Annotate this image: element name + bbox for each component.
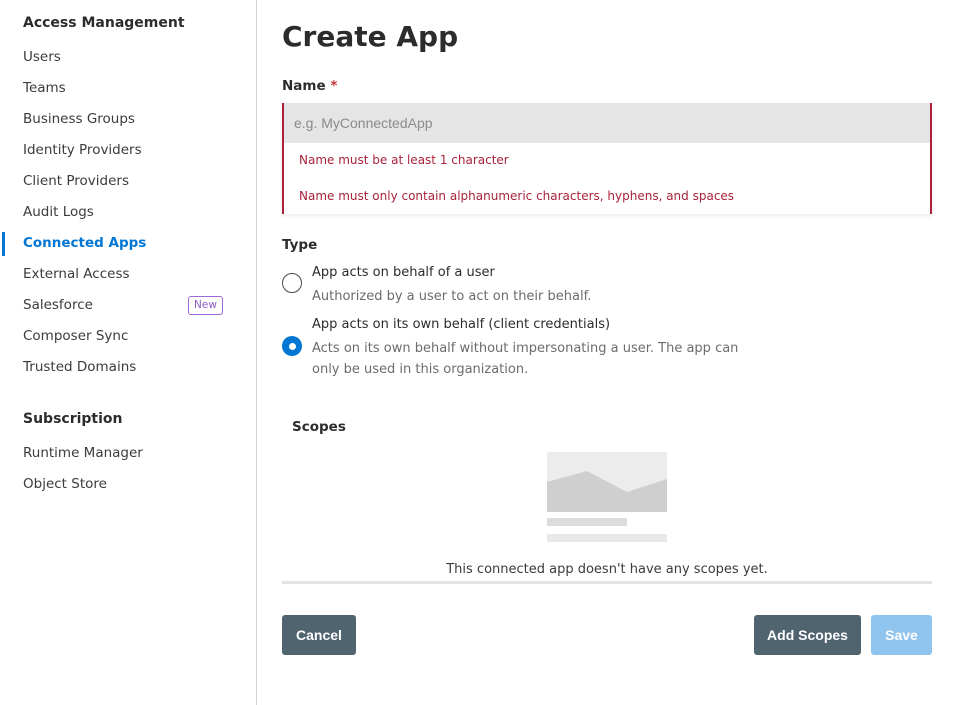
sidebar-item-users[interactable]: Users xyxy=(0,46,256,70)
sidebar-item-label: Composer Sync xyxy=(23,328,129,344)
sidebar-item-label: Salesforce xyxy=(23,297,93,313)
radio-option-title: App acts on behalf of a user xyxy=(312,265,495,280)
radio-option-description: Acts on its own behalf without impersona… xyxy=(312,341,739,377)
sidebar-item-composer-sync[interactable]: Composer Sync xyxy=(0,325,256,349)
add-scopes-button[interactable]: Add Scopes xyxy=(754,615,861,655)
sidebar-item-label: Runtime Manager xyxy=(23,445,143,461)
sidebar-item-runtime-manager[interactable]: Runtime Manager xyxy=(0,442,256,466)
scopes-divider xyxy=(282,581,932,584)
sidebar-item-label: Trusted Domains xyxy=(23,359,137,375)
name-label-text: Name xyxy=(282,78,326,94)
sidebar-item-label: Connected Apps xyxy=(23,235,147,251)
type-label: Type xyxy=(282,237,318,253)
sidebar-item-label: Client Providers xyxy=(23,173,129,189)
create-app-form: Create App Name * Name must be at least … xyxy=(282,0,932,705)
scopes-heading: Scopes xyxy=(292,419,346,435)
name-error-alphanumeric: Name must only contain alphanumeric char… xyxy=(299,189,735,203)
radio-checked[interactable] xyxy=(282,336,302,356)
sidebar-item-external-access[interactable]: External Access xyxy=(0,263,256,287)
name-error-min-length: Name must be at least 1 character xyxy=(299,153,509,167)
radio-option-description: Authorized by a user to act on their beh… xyxy=(312,289,592,304)
name-field-container: Name must be at least 1 character Name m… xyxy=(282,103,932,214)
sidebar-item-label: Business Groups xyxy=(23,111,135,127)
type-option-client-credentials[interactable]: App acts on its own behalf (client crede… xyxy=(282,317,782,379)
sidebar-item-label: Teams xyxy=(23,80,66,96)
sidebar-section-title-subscription: Subscription xyxy=(23,411,123,427)
sidebar-item-teams[interactable]: Teams xyxy=(0,77,256,101)
sidebar-item-salesforce[interactable]: Salesforce New xyxy=(0,294,256,318)
sidebar-item-identity-providers[interactable]: Identity Providers xyxy=(0,139,256,163)
cancel-button[interactable]: Cancel xyxy=(282,615,356,655)
new-badge: New xyxy=(188,296,223,315)
sidebar-item-business-groups[interactable]: Business Groups xyxy=(0,108,256,132)
type-option-on-behalf-of-user[interactable]: App acts on behalf of a user Authorized … xyxy=(282,265,782,305)
sidebar-item-label: Users xyxy=(23,49,61,65)
name-input[interactable] xyxy=(284,103,930,143)
radio-option-title: App acts on its own behalf (client crede… xyxy=(312,317,611,332)
page-title: Create App xyxy=(282,20,459,53)
sidebar-item-label: Identity Providers xyxy=(23,142,142,158)
sidebar-item-connected-apps[interactable]: Connected Apps xyxy=(0,232,256,256)
sidebar-item-label: External Access xyxy=(23,266,130,282)
sidebar-item-audit-logs[interactable]: Audit Logs xyxy=(0,201,256,225)
image-placeholder-icon xyxy=(547,452,667,542)
name-field-label: Name * xyxy=(282,78,337,94)
sidebar: Access Management Users Teams Business G… xyxy=(0,0,257,705)
scopes-empty-message: This connected app doesn't have any scop… xyxy=(446,562,768,577)
save-button[interactable]: Save xyxy=(871,615,932,655)
radio-unchecked[interactable] xyxy=(282,273,302,293)
sidebar-item-object-store[interactable]: Object Store xyxy=(0,473,256,497)
sidebar-item-label: Audit Logs xyxy=(23,204,94,220)
required-marker: * xyxy=(330,78,338,94)
sidebar-item-client-providers[interactable]: Client Providers xyxy=(0,170,256,194)
sidebar-item-label: Object Store xyxy=(23,476,107,492)
sidebar-item-trusted-domains[interactable]: Trusted Domains xyxy=(0,356,256,380)
sidebar-section-title-access-management: Access Management xyxy=(23,15,185,31)
